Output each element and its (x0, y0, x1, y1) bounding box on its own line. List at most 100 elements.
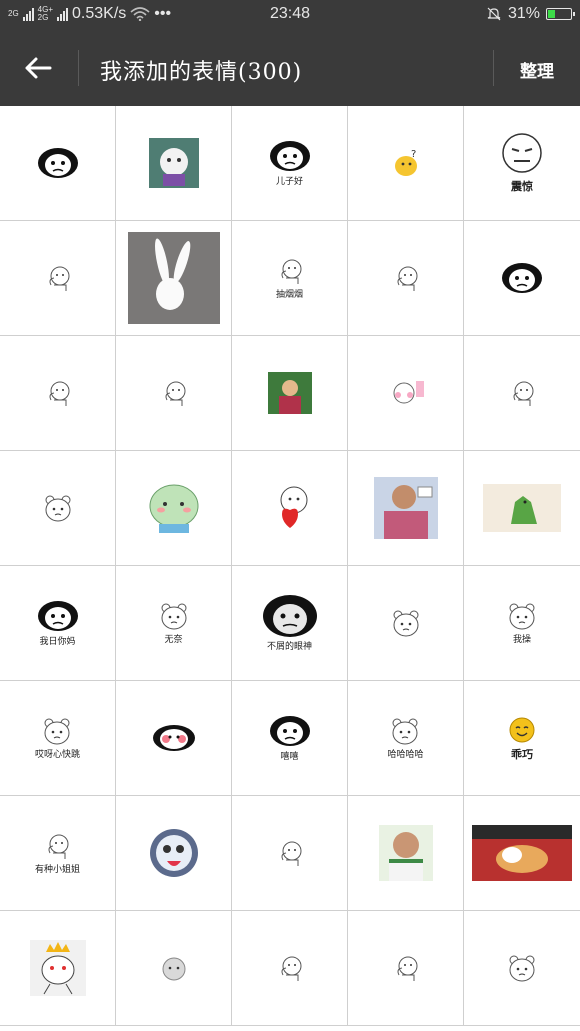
sticker-doodle-icon (388, 263, 424, 293)
sticker-blue-cartoon-icon (147, 827, 201, 879)
sticker-caption: 我日你妈 (39, 637, 76, 647)
sticker-bear-icon (42, 493, 74, 523)
sticker-cell[interactable] (464, 336, 580, 451)
sticker-cell[interactable]: 我操 (464, 566, 580, 681)
sticker-panda-icon (500, 261, 544, 295)
sticker-cell[interactable] (464, 796, 580, 911)
sticker-cell[interactable] (116, 911, 232, 1026)
svg-text:?: ? (411, 149, 416, 160)
battery-fill (548, 10, 556, 18)
sticker-cell[interactable] (464, 221, 580, 336)
sticker-cell[interactable] (0, 911, 116, 1026)
sticker-doodle-icon (272, 953, 308, 983)
sticker-rage-face-icon: 震惊 (500, 132, 544, 194)
battery-icon (546, 8, 575, 20)
sticker-cell[interactable]: 我日你妈 (0, 566, 116, 681)
sticker-caption: 嘻嘻 (280, 752, 299, 762)
sticker-cell[interactable]: 无奈 (116, 566, 232, 681)
sticker-cat-photo-icon (472, 825, 572, 881)
sticker-panda-icon: 儿子好 (268, 139, 312, 187)
status-right: 31% (486, 5, 575, 23)
sticker-cell[interactable] (232, 451, 348, 566)
sticker-doodle-icon (272, 838, 308, 868)
sticker-green-dino-icon (483, 484, 561, 532)
sticker-doodle-icon (156, 378, 192, 408)
sticker-cell[interactable] (116, 796, 232, 911)
sticker-cell[interactable]: 有种小姐姐 (0, 796, 116, 911)
sticker-cell[interactable] (116, 451, 232, 566)
sticker-panda-icon: 嘻嘻 (268, 714, 312, 762)
sticker-cell[interactable] (464, 911, 580, 1026)
sticker-cell[interactable] (464, 451, 580, 566)
sticker-cell[interactable]: 抽烟烟 (232, 221, 348, 336)
sticker-doodle-icon (388, 953, 424, 983)
sticker-cell[interactable] (0, 221, 116, 336)
sticker-caption: 儿子好 (275, 177, 303, 187)
sticker-cell[interactable] (0, 336, 116, 451)
organize-button[interactable]: 整理 (520, 57, 554, 82)
sticker-bear-icon: 哈哈哈哈 (387, 716, 424, 760)
sticker-heart-doodle-icon (262, 484, 318, 532)
battery-percent: 31% (507, 5, 540, 22)
toolbar-divider-right (493, 50, 494, 86)
sticker-cell[interactable] (0, 106, 116, 221)
sticker-fat-man-photo-icon (378, 825, 433, 881)
sticker-cell[interactable] (232, 796, 348, 911)
sticker-bear-gray-icon (160, 954, 188, 982)
sticker-caption: 哈哈哈哈 (387, 750, 424, 760)
sticker-rabbit-photo-icon (127, 232, 220, 324)
sticker-cell[interactable] (348, 451, 464, 566)
sticker-cell[interactable]: 震惊 (464, 106, 580, 221)
sticker-cell[interactable] (348, 911, 464, 1026)
sticker-cell[interactable] (348, 566, 464, 681)
toolbar-divider-left (78, 50, 79, 86)
sticker-caption: 抽烟烟 (275, 290, 303, 300)
sticker-cell[interactable] (0, 451, 116, 566)
sticker-doodle-icon: 抽烟烟 (272, 256, 308, 300)
sticker-cell[interactable] (348, 221, 464, 336)
sticker-cell[interactable]: 哈哈哈哈 (348, 681, 464, 796)
sticker-caption: 乖巧 (511, 747, 533, 761)
sticker-bear-icon: 哎呀心快跳 (35, 716, 80, 760)
app-toolbar: 我添加的表情(300) 整理 (0, 30, 580, 106)
sticker-yellow-smile-icon: 乖巧 (507, 715, 537, 762)
sticker-bear-icon: 无奈 (158, 601, 190, 645)
sticker-caption: 哎呀心快跳 (34, 750, 80, 760)
page-title: 我添加的表情(300) (100, 60, 303, 85)
sticker-cell[interactable] (116, 106, 232, 221)
sticker-cell[interactable] (116, 336, 232, 451)
sticker-cell[interactable]: 嘻嘻 (232, 681, 348, 796)
sticker-cell[interactable] (348, 336, 464, 451)
sticker-cell[interactable]: ? (348, 106, 464, 221)
sticker-crown-rabbit-icon (29, 940, 86, 996)
sticker-yellow-chick-icon: ? (391, 148, 421, 178)
back-button[interactable] (18, 50, 58, 86)
sticker-caption: 无奈 (164, 635, 183, 645)
sticker-cell[interactable]: 不屑的眼神 (232, 566, 348, 681)
sticker-man-photo-icon (373, 477, 438, 539)
sticker-caption: 我操 (512, 635, 531, 645)
sticker-photo-cartoon-icon (148, 138, 199, 188)
sticker-panda-icon (36, 146, 80, 180)
sticker-kid-photo-icon (267, 372, 312, 414)
sticker-cell[interactable] (116, 221, 232, 336)
sticker-panda-big-icon: 不屑的眼神 (262, 594, 318, 652)
sticker-bear-icon (506, 953, 538, 983)
sticker-cell[interactable] (232, 336, 348, 451)
sticker-panda-blush-icon (152, 724, 196, 752)
sticker-caption: 有种小姐姐 (34, 865, 80, 875)
sticker-cell[interactable] (232, 911, 348, 1026)
sticker-cell[interactable]: 哎呀心快跳 (0, 681, 116, 796)
sticker-cell[interactable] (348, 796, 464, 911)
sticker-cell[interactable] (116, 681, 232, 796)
sticker-cell[interactable]: 乖巧 (464, 681, 580, 796)
status-bar: 2G 4G+ 2G 0.53K/s ••• 23:48 31% (0, 0, 580, 30)
sticker-doodle-icon (40, 263, 76, 293)
sticker-caption: 不屑的眼神 (266, 642, 312, 652)
sticker-doodle-pink-icon (386, 378, 426, 408)
sticker-panda-icon: 我日你妈 (36, 599, 80, 647)
sticker-doodle-icon (40, 378, 76, 408)
sticker-bear-icon (390, 608, 422, 638)
mute-bell-icon (487, 7, 501, 21)
sticker-cell[interactable]: 儿子好 (232, 106, 348, 221)
